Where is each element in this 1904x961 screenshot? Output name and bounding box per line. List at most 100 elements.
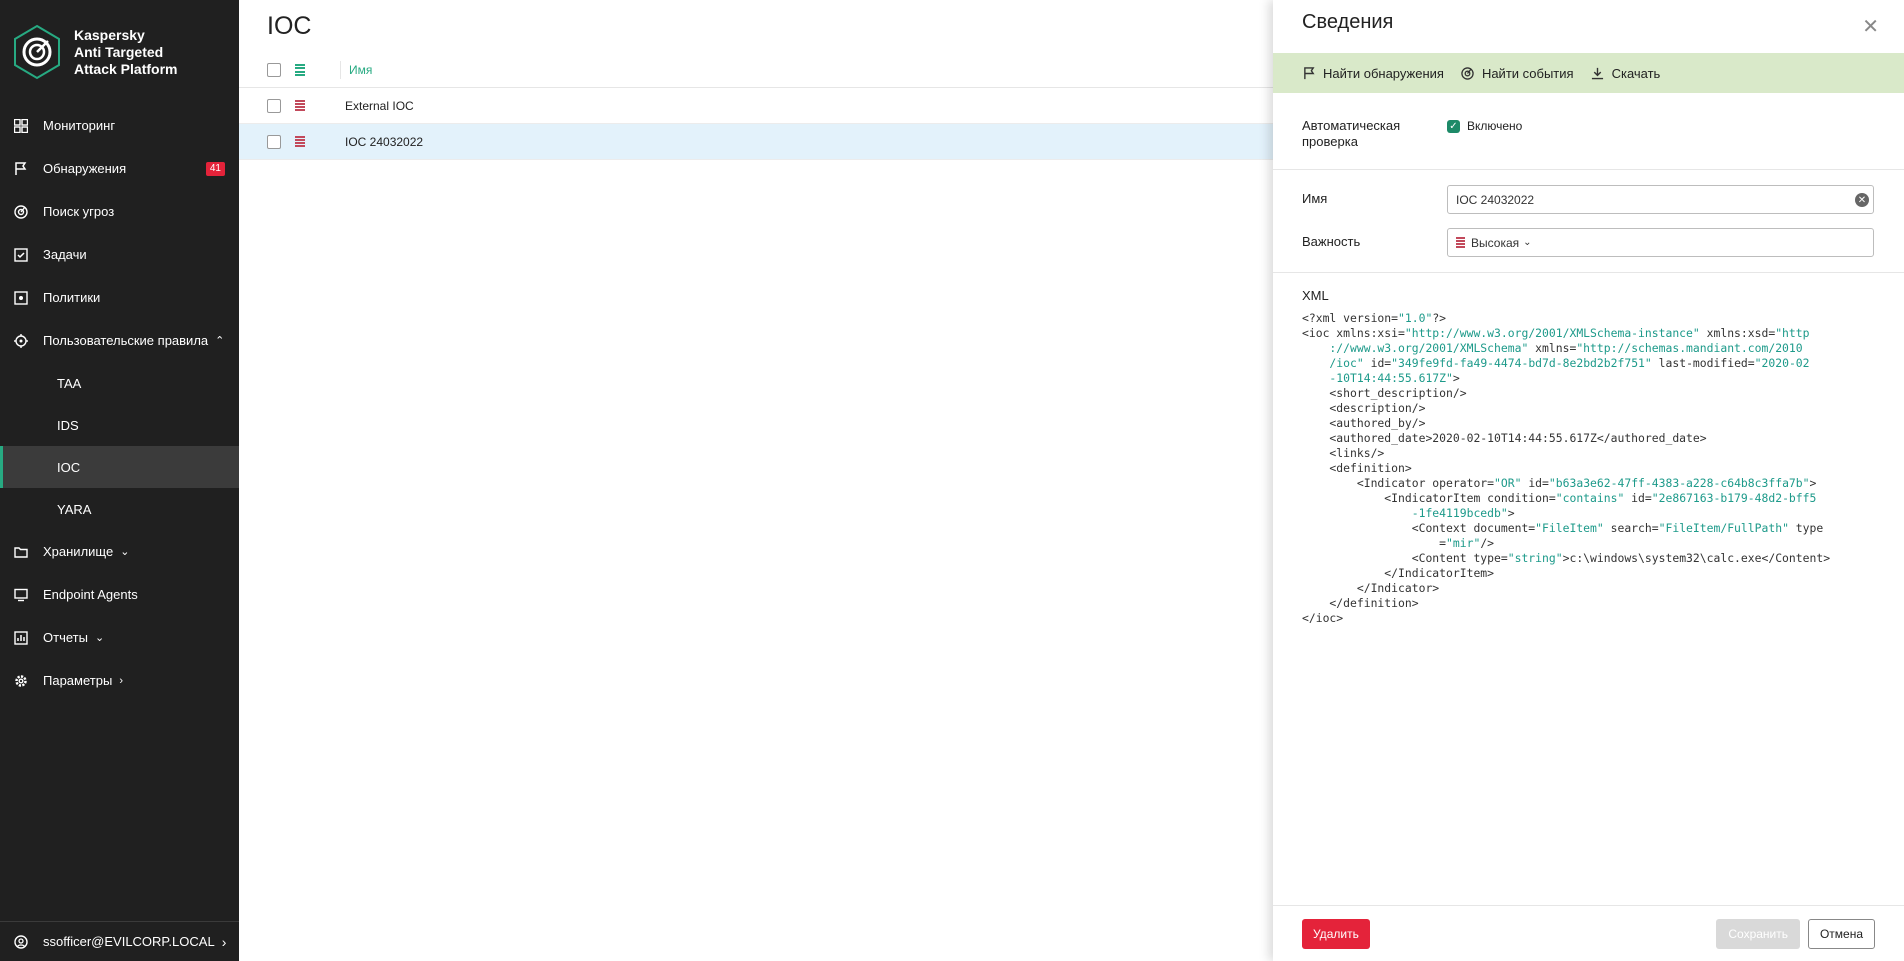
auto-check-label-line-2: проверка xyxy=(1302,134,1358,149)
panel-toolbar: Найти обнаружения Найти события Скачать xyxy=(1273,53,1904,93)
subnav-yara[interactable]: YARA xyxy=(0,488,239,530)
threat-hunting-icon xyxy=(1461,66,1475,80)
chevron-right-icon: › xyxy=(119,674,123,687)
nav-policies[interactable]: Политики xyxy=(0,276,239,319)
main-nav: Мониторинг Обнаружения 41 Поиск угроз За… xyxy=(0,104,239,702)
nav-endpoint-agents-label: Endpoint Agents xyxy=(43,587,138,602)
xml-text: > xyxy=(1452,371,1460,385)
nav-reports[interactable]: Отчеты ⌄ xyxy=(0,616,239,659)
find-detections-button[interactable]: Найти обнаружения xyxy=(1302,66,1444,81)
xml-line: <description/> xyxy=(1302,401,1882,416)
subnav-ids[interactable]: IDS xyxy=(0,404,239,446)
xml-label: XML xyxy=(1302,288,1329,303)
cancel-button[interactable]: Отмена xyxy=(1807,919,1875,949)
download-button[interactable]: Скачать xyxy=(1591,66,1660,81)
main-content: IOC Имя External IOC IOC 24032022 xyxy=(239,0,1273,961)
xml-value: "string" xyxy=(1507,551,1563,565)
brand-name: Kaspersky Anti Targeted Attack Platform xyxy=(74,27,177,78)
xml-text: <links/> xyxy=(1302,446,1385,460)
xml-text: = xyxy=(1302,536,1447,550)
xml-line: -10T14:44:55.617Z"> xyxy=(1302,371,1882,386)
xml-value: -10T14:44:55.617Z" xyxy=(1302,371,1453,385)
xml-value: /ioc" xyxy=(1302,356,1364,370)
row-severity-cell xyxy=(295,135,340,148)
nav-storage[interactable]: Хранилище ⌄ xyxy=(0,530,239,573)
xml-line: <ioc xmlns:xsi="http://www.w3.org/2001/X… xyxy=(1302,326,1882,341)
flag-icon xyxy=(1302,66,1316,80)
xml-text: search= xyxy=(1603,521,1659,535)
xml-value: "1.0" xyxy=(1398,311,1433,325)
name-field[interactable]: IOC 24032022 ✕ xyxy=(1447,185,1874,214)
nav-settings-label: Параметры xyxy=(43,673,113,688)
user-icon xyxy=(13,934,29,950)
column-header-name[interactable]: Имя xyxy=(340,61,1273,79)
xml-text: <Indicator operator= xyxy=(1302,476,1495,490)
nav-settings[interactable]: Параметры › xyxy=(0,659,239,702)
nav-detections-label: Обнаружения xyxy=(43,161,127,176)
severity-high-icon xyxy=(1456,237,1465,248)
find-detections-label: Найти обнаружения xyxy=(1323,65,1444,81)
nav-threat-hunting[interactable]: Поиск угроз xyxy=(0,190,239,233)
nav-detections[interactable]: Обнаружения 41 xyxy=(0,147,239,190)
xml-line: /ioc" id="349fe9fd-fa49-4474-bd7d-8e2bd2… xyxy=(1302,356,1882,371)
xml-text: <description/> xyxy=(1302,401,1426,415)
dashboard-icon xyxy=(13,118,29,134)
chevron-right-icon: › xyxy=(221,933,227,950)
nav-custom-rules[interactable]: Пользовательские правила ⌃ xyxy=(0,319,239,362)
nav-endpoint-agents[interactable]: Endpoint Agents xyxy=(0,573,239,616)
xml-text: id= xyxy=(1624,491,1652,505)
nav-monitoring[interactable]: Мониторинг xyxy=(0,104,239,147)
nav-reports-label: Отчеты xyxy=(43,630,88,645)
close-icon[interactable]: ✕ xyxy=(1862,14,1879,39)
xml-text: type xyxy=(1788,521,1824,535)
xml-text: last-modified= xyxy=(1651,356,1755,370)
xml-text: xmlns:xsd= xyxy=(1699,326,1776,340)
xml-content[interactable]: <?xml version="1.0"?> <ioc xmlns:xsi="htt… xyxy=(1302,311,1882,626)
severity-high-icon xyxy=(295,99,305,112)
xml-text: <Content type= xyxy=(1302,551,1508,565)
xml-line: <?xml version="1.0"?> xyxy=(1302,311,1882,326)
chevron-down-icon: ⌄ xyxy=(1523,237,1532,248)
user-menu[interactable]: ssofficer@EVILCORP.LOCAL › xyxy=(0,921,239,961)
table-row[interactable]: IOC 24032022 xyxy=(239,124,1273,160)
xml-line: <authored_by/> xyxy=(1302,416,1882,431)
xml-text: <IndicatorItem condition= xyxy=(1302,491,1556,505)
brand[interactable]: Kaspersky Anti Targeted Attack Platform xyxy=(0,0,239,104)
row-checkbox[interactable] xyxy=(267,134,281,149)
xml-text: id= xyxy=(1363,356,1392,370)
details-panel: Сведения ✕ Найти обнаружения Найти событ… xyxy=(1273,0,1904,961)
subnav-taa[interactable]: TAA xyxy=(0,362,239,404)
header-checkbox-cell xyxy=(239,63,295,77)
name-label: Имя xyxy=(1302,191,1328,206)
auto-check-value: Включено xyxy=(1467,119,1523,133)
xml-line: <Context document="FileItem" search="Fil… xyxy=(1302,521,1882,536)
delete-button[interactable]: Удалить xyxy=(1302,919,1370,949)
table-row[interactable]: External IOC xyxy=(239,88,1273,124)
clear-icon[interactable]: ✕ xyxy=(1855,193,1869,207)
storage-icon xyxy=(13,544,29,560)
nav-tasks[interactable]: Задачи xyxy=(0,233,239,276)
chevron-up-icon: ⌃ xyxy=(215,335,225,347)
severity-select[interactable]: Высокая ⌄ xyxy=(1447,228,1874,257)
xml-value: "2020-02 xyxy=(1754,356,1810,370)
auto-check-toggle[interactable]: ✓ Включено xyxy=(1447,119,1522,133)
xml-value: "349fe9fd-fa49-4474-bd7d-8e2bd2b2f751" xyxy=(1391,356,1652,370)
save-button[interactable]: Сохранить xyxy=(1716,919,1800,949)
nav-monitoring-label: Мониторинг xyxy=(43,118,116,133)
severity-column-icon[interactable] xyxy=(295,64,305,76)
find-events-button[interactable]: Найти события xyxy=(1461,66,1574,81)
user-name: ssofficer@EVILCORP.LOCAL xyxy=(43,934,215,949)
threat-hunting-icon xyxy=(13,204,29,220)
subnav-ioc[interactable]: IOC xyxy=(0,446,239,488)
severity-select-value: Высокая ⌄ xyxy=(1456,236,1532,250)
panel-title: Сведения xyxy=(1302,11,1394,33)
xml-text: >c:\windows\system32\calc.exe</Content> xyxy=(1562,551,1831,565)
xml-line: <authored_date>2020-02-10T14:44:55.617Z<… xyxy=(1302,431,1882,446)
gear-icon xyxy=(13,673,29,689)
brand-line-3: Attack Platform xyxy=(74,60,178,77)
xml-text: <?xml version= xyxy=(1302,311,1399,325)
xml-line: </Indicator> xyxy=(1302,581,1882,596)
xml-line: ://www.w3.org/2001/XMLSchema" xmlns="htt… xyxy=(1302,341,1882,356)
select-all-checkbox[interactable] xyxy=(267,63,281,77)
row-checkbox[interactable] xyxy=(267,98,281,113)
